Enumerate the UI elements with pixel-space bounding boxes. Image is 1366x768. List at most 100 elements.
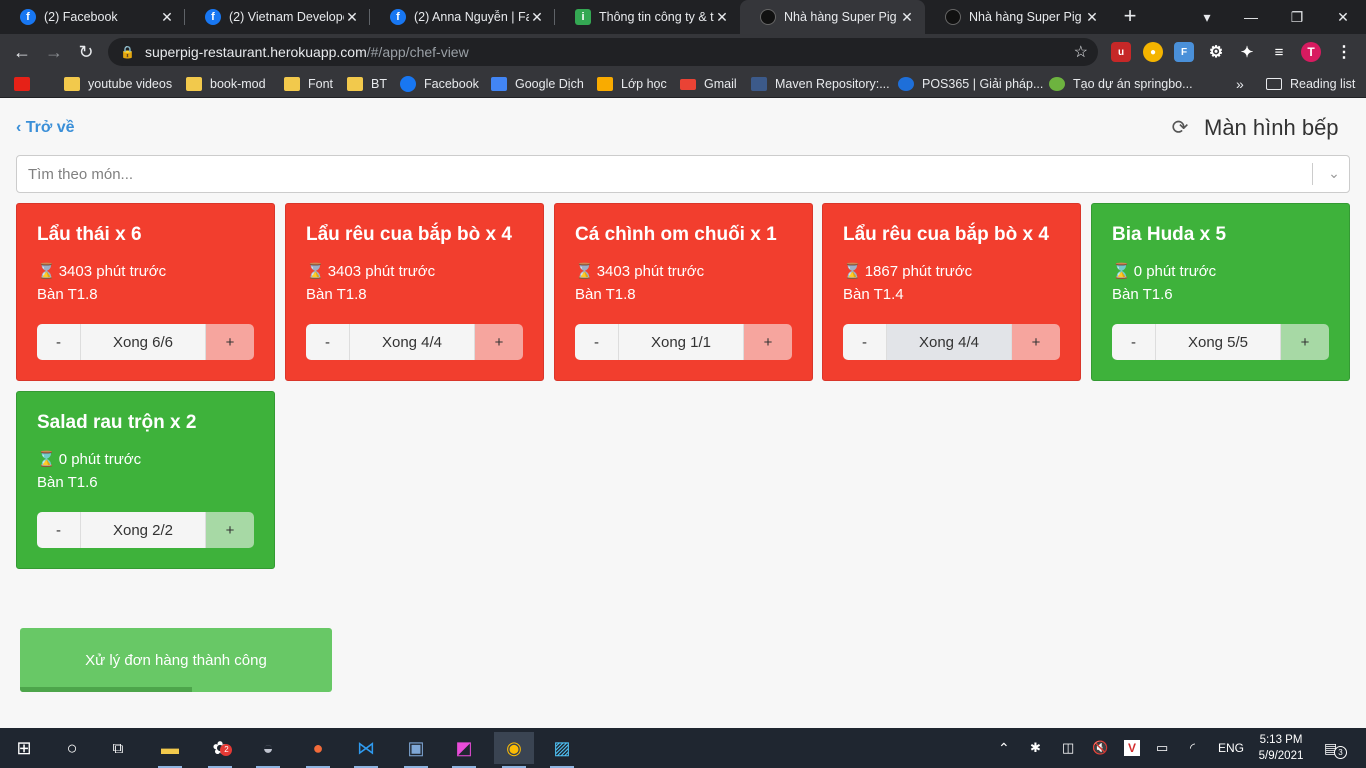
bookmarks-overflow-button[interactable]: » (1236, 70, 1244, 98)
minimize-button[interactable]: — (1228, 0, 1274, 34)
profile-avatar[interactable]: T (1301, 42, 1321, 62)
puzzle-icon[interactable]: ✦ (1237, 42, 1257, 62)
eclipse-icon[interactable]: ◒ (248, 732, 288, 768)
done-button[interactable]: Xong 5/5 (1156, 324, 1281, 360)
camera-icon[interactable]: ◫ (1062, 728, 1074, 768)
back-label: Trở về (25, 119, 75, 136)
increment-button[interactable]: + (206, 512, 254, 548)
bookmark-label: Gmail (704, 77, 737, 91)
wifi-icon[interactable]: ◜ (1190, 728, 1195, 768)
success-toast[interactable]: Xử lý đơn hàng thành công (20, 628, 332, 692)
browser-tab[interactable]: Nhà hàng Super Pig ✕ (925, 0, 1110, 34)
browser-tab[interactable]: f (2) Vietnam Developer ✕ (185, 0, 370, 34)
volume-icon[interactable]: 🔇 (1092, 728, 1108, 768)
bookmark-folder[interactable]: youtube videos (64, 70, 172, 98)
dish-name: Salad rau trộn x 2 (37, 412, 197, 433)
bookmark-translate[interactable]: Google Dịch (491, 70, 584, 98)
battery-icon[interactable]: ▭ (1156, 728, 1168, 768)
bookmark-star-icon[interactable]: ☆ (1074, 42, 1088, 62)
photos-icon[interactable]: ▨ (542, 732, 582, 768)
close-icon[interactable]: ✕ (714, 9, 730, 26)
increment-button[interactable]: + (1012, 324, 1060, 360)
decrement-button[interactable]: - (843, 324, 887, 360)
folder-icon (347, 77, 363, 91)
back-link[interactable]: ‹ Trở về (16, 119, 75, 137)
decrement-button[interactable]: - (37, 324, 81, 360)
browser-tab[interactable]: i Thông tin công ty & tí ✕ (555, 0, 740, 34)
refresh-icon[interactable]: ⟳ (1169, 117, 1191, 139)
browser-tab[interactable]: f (2) Facebook ✕ (0, 0, 185, 34)
search-icon[interactable]: ○ (52, 732, 92, 764)
close-icon[interactable]: ✕ (344, 9, 360, 26)
increment-button[interactable]: + (206, 324, 254, 360)
action-center-icon[interactable]: ▤ 3 (1324, 728, 1347, 768)
gear-icon[interactable]: ⚙ (1206, 42, 1226, 62)
chrome-icon[interactable]: ◉ (494, 732, 534, 768)
font-finder-icon[interactable]: F (1174, 42, 1194, 62)
chat-app-icon[interactable]: ✿2 (200, 732, 240, 768)
vscode-icon[interactable]: ⋈ (346, 732, 386, 768)
decrement-button[interactable]: - (306, 324, 350, 360)
close-icon[interactable]: ✕ (159, 9, 175, 26)
tab-search-icon[interactable]: ▾ (1184, 0, 1230, 34)
file-explorer-icon[interactable]: ▬ (150, 732, 190, 768)
notification-badge: 2 (220, 743, 233, 756)
increment-button[interactable]: + (475, 324, 523, 360)
slack-icon[interactable]: ✱ (1030, 728, 1041, 768)
clock-date: 5/9/2021 (1258, 750, 1304, 762)
done-button[interactable]: Xong 1/1 (619, 324, 744, 360)
task-view-icon[interactable]: ⧉ (98, 732, 138, 764)
new-tab-button[interactable]: + (1118, 4, 1142, 28)
postman-icon[interactable]: ● (298, 732, 338, 768)
back-arrow-icon[interactable]: ← (10, 40, 34, 64)
intellij-icon[interactable]: ◩ (444, 732, 484, 768)
bookmark-youtube[interactable] (14, 70, 30, 98)
decrement-button[interactable]: - (575, 324, 619, 360)
ublock-icon[interactable]: u (1111, 42, 1131, 62)
windows-start-icon[interactable]: ⊞ (4, 732, 44, 764)
done-button[interactable]: Xong 6/6 (81, 324, 206, 360)
close-icon[interactable]: ✕ (899, 9, 915, 26)
decrement-button[interactable]: - (1112, 324, 1156, 360)
time-text: 0 phút trước (58, 450, 142, 468)
restore-button[interactable]: ❐ (1274, 0, 1320, 34)
mysql-workbench-icon[interactable]: ▣ (396, 732, 436, 768)
bookmark-facebook[interactable]: Facebook (400, 70, 479, 98)
done-button[interactable]: Xong 2/2 (81, 512, 206, 548)
reading-list-icon (1266, 78, 1282, 90)
search-input[interactable] (17, 156, 1297, 192)
decrement-button[interactable]: - (37, 512, 81, 548)
bookmark-maven[interactable]: Maven Repository:... (751, 70, 890, 98)
increment-button[interactable]: + (744, 324, 792, 360)
url-field[interactable]: 🔒 superpig-restaurant.herokuapp.com/#/ap… (108, 38, 1098, 66)
close-window-button[interactable]: ✕ (1320, 0, 1366, 34)
browser-tab-active[interactable]: Nhà hàng Super Pig ✕ (740, 0, 925, 34)
close-icon[interactable]: ✕ (529, 9, 545, 26)
media-icon[interactable]: ≡ (1269, 42, 1289, 62)
order-card: Lẩu rêu cua bắp bò x 4 ⌛ 3403 phút trước … (285, 203, 544, 381)
language-indicator[interactable]: ENG (1218, 728, 1244, 768)
done-button[interactable]: Xong 4/4 (350, 324, 475, 360)
bookmark-spring[interactable]: Tạo dự án springbo... (1049, 70, 1193, 98)
bookmark-classroom[interactable]: Lớp học (597, 70, 667, 98)
menu-dots-icon[interactable]: ⋮ (1334, 42, 1354, 62)
bookmark-pos365[interactable]: POS365 | Giải pháp... (898, 70, 1043, 98)
extension-icon[interactable]: ● (1143, 42, 1163, 62)
chevron-up-icon[interactable]: ⌃ (998, 728, 1010, 768)
reading-list-button[interactable]: Reading list (1266, 70, 1355, 98)
system-clock[interactable]: 5:13 PM 5/9/2021 (1253, 732, 1309, 764)
quantity-control: - Xong 2/2 + (37, 512, 254, 548)
bookmark-gmail[interactable]: Gmail (680, 70, 737, 98)
chevron-down-icon[interactable]: ⌄ (1323, 162, 1345, 184)
done-button[interactable]: Xong 4/4 (887, 324, 1012, 360)
bookmark-folder[interactable]: Font (284, 70, 333, 98)
reload-icon[interactable]: ↻ (74, 40, 98, 64)
bookmark-folder[interactable]: book-mod (186, 70, 266, 98)
browser-tab[interactable]: f (2) Anna Nguyễn | Fac ✕ (370, 0, 555, 34)
vivaldi-icon[interactable]: V (1124, 728, 1140, 768)
close-icon[interactable]: ✕ (1084, 9, 1100, 26)
increment-button[interactable]: + (1281, 324, 1329, 360)
time-text: 3403 phút trước (327, 262, 436, 280)
forward-arrow-icon[interactable]: → (42, 40, 66, 64)
bookmark-folder[interactable]: BT (347, 70, 387, 98)
